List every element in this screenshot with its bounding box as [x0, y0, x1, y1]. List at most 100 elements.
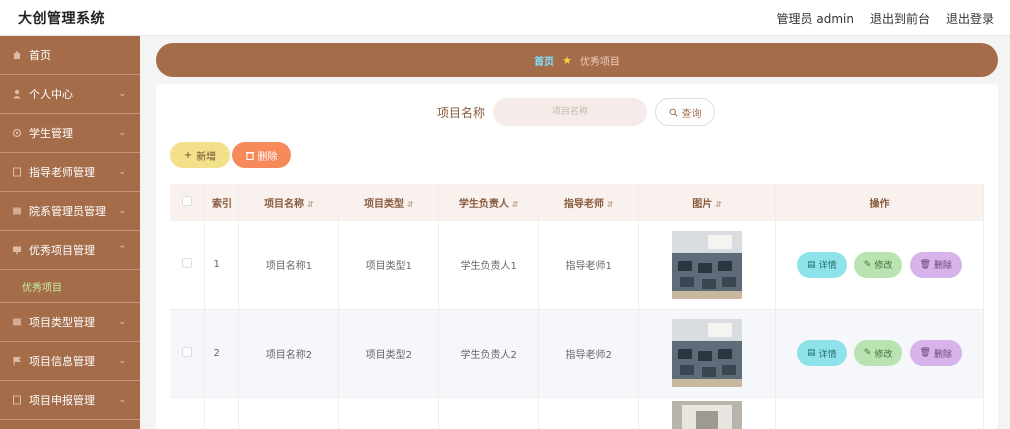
search-row: 项目名称 查询 [437, 98, 716, 126]
trash-icon: 🗑 [919, 259, 931, 270]
home-icon [13, 51, 21, 59]
search-icon [669, 108, 677, 116]
cell-image [638, 221, 777, 310]
sidebar-item-project-apply[interactable]: 项目申报管理 ⌄ [0, 381, 140, 420]
add-button[interactable]: + 新增 [170, 142, 230, 168]
detail-button[interactable]: ▤ 详情 [797, 340, 847, 366]
chevron-down-icon: ⌄ [118, 206, 126, 216]
sidebar-item-label: 个人中心 [29, 88, 73, 101]
edit-icon: ✎ [863, 348, 872, 358]
delete-button[interactable]: 🗑 删除 [909, 251, 962, 278]
back-to-front-link[interactable]: 退出到前台 [870, 10, 930, 27]
sidebar-item-excellent-projects[interactable]: 优秀项目管理 ⌃ [0, 231, 140, 270]
list-icon [13, 207, 21, 215]
sidebar-item-dept-admins[interactable]: 院系管理员管理 ⌄ [0, 192, 140, 231]
row-checkbox-cell [170, 309, 206, 398]
table-row [170, 397, 984, 429]
logout-link[interactable]: 退出登录 [946, 10, 994, 27]
cell-project-name: 项目名称1 [238, 221, 340, 310]
cell-actions: ▤ 详情 ✎ 修改 🗑 删除 [775, 309, 984, 398]
batch-delete-button[interactable]: 删除 [232, 142, 291, 168]
chevron-down-icon: ⌄ [118, 317, 126, 327]
edit-button[interactable]: ✎ 修改 [853, 251, 903, 278]
search-label: 项目名称 [437, 105, 486, 120]
cell-actions: ▤ 详情 ✎ 修改 🗑 删除 [775, 221, 984, 310]
breadcrumb: 首页 ★ 优秀项目 [156, 43, 998, 77]
cell-student-leader: 学生负责人1 [438, 221, 540, 310]
chevron-down-icon: ⌄ [118, 89, 126, 99]
top-bar: 大创管理系统 管理员 admin 退出到前台 退出登录 [0, 0, 1010, 36]
classroom-photo-image[interactable] [672, 230, 743, 299]
sidebar-item-label: 优秀项目管理 [29, 244, 95, 257]
projects-table: 索引 项目名称 ⇵ 项目类型 ⇵ 学生负责人 ⇵ 指导老师 ⇵ 图片 ⇵ 操作 1 项目名… [170, 184, 984, 429]
cell-image [638, 309, 777, 398]
col-project-name[interactable]: 项目名称 ⇵ [238, 184, 340, 221]
room-photo-image[interactable] [672, 400, 743, 429]
cell-project-type: 项目类型1 [338, 221, 440, 310]
delete-button-label: 删除 [257, 151, 278, 163]
select-all-checkbox[interactable] [182, 196, 193, 206]
gear-icon [12, 128, 22, 138]
table-header-row: 索引 项目名称 ⇵ 项目类型 ⇵ 学生负责人 ⇵ 指导老师 ⇵ 图片 ⇵ 操作 [170, 184, 984, 221]
user-icon [13, 89, 21, 99]
col-actions: 操作 [775, 184, 984, 221]
row-checkbox[interactable] [182, 346, 193, 357]
cell-project-name: 项目名称2 [238, 309, 340, 398]
col-project-type[interactable]: 项目类型 ⇵ [338, 184, 440, 221]
col-image[interactable]: 图片 ⇵ [638, 184, 777, 221]
chevron-down-icon: ⌄ [118, 356, 126, 366]
sort-icon: ⇵ [406, 200, 414, 209]
sidebar-item-label: 指导老师管理 [29, 166, 95, 179]
breadcrumb-home[interactable]: 首页 [534, 53, 554, 68]
trash-icon [245, 151, 254, 160]
add-button-label: 新增 [196, 151, 217, 163]
search-button[interactable]: 查询 [655, 98, 716, 126]
chevron-down-icon: ⌄ [118, 128, 126, 138]
chevron-down-icon: ⌄ [118, 167, 126, 177]
search-button-label: 查询 [681, 108, 702, 120]
col-teacher[interactable]: 指导老师 ⇵ [538, 184, 640, 221]
sort-icon: ⇵ [715, 200, 722, 209]
screen-icon [13, 246, 21, 254]
project-name-search-input[interactable] [493, 98, 648, 126]
edit-icon: ✎ [863, 259, 872, 270]
star-icon: ★ [562, 53, 572, 67]
cell-index: 2 [204, 309, 240, 398]
sort-icon: ⇵ [307, 200, 314, 209]
cell-image [638, 397, 777, 429]
detail-button[interactable]: ▤ 详情 [797, 251, 847, 278]
admin-user-link[interactable]: 管理员 admin [777, 10, 854, 27]
classroom-photo-image[interactable] [672, 319, 743, 387]
doc-icon [13, 167, 21, 177]
chevron-up-icon: ⌃ [118, 245, 126, 255]
edit-button[interactable]: ✎ 修改 [853, 340, 903, 366]
delete-button[interactable]: 🗑 删除 [909, 340, 962, 366]
doc-icon [13, 395, 21, 405]
sidebar-item-label: 首页 [29, 49, 51, 62]
flag-icon [13, 357, 21, 366]
sidebar-item-project-types[interactable]: 项目类型管理 ⌄ [0, 303, 140, 342]
plus-icon: + [183, 149, 193, 161]
cell-teacher: 指导老师2 [538, 309, 640, 398]
detail-icon: ▤ [807, 348, 816, 358]
sidebar-item-home[interactable]: 首页 [0, 36, 140, 75]
sidebar-item-project-info[interactable]: 项目信息管理 ⌄ [0, 342, 140, 381]
row-checkbox[interactable] [182, 258, 193, 269]
col-student-leader[interactable]: 学生负责人 ⇵ [438, 184, 540, 221]
top-links: 管理员 admin 退出到前台 退出登录 [777, 10, 994, 27]
select-all-cell [170, 184, 206, 221]
app-title: 大创管理系统 [18, 11, 105, 27]
row-checkbox-cell [170, 221, 206, 310]
sidebar-item-students[interactable]: 学生管理 ⌄ [0, 114, 140, 153]
table-row: 1 项目名称1 项目类型1 学生负责人1 指导老师1 ▤ 详情 ✎ 修改 🗑 删… [170, 221, 984, 310]
detail-icon: ▤ [807, 259, 816, 270]
sidebar-item-profile[interactable]: 个人中心 ⌄ [0, 75, 140, 114]
sidebar-item-label: 院系管理员管理 [29, 205, 106, 218]
sidebar-subitem-excellent-project[interactable]: 优秀项目 [0, 270, 140, 303]
sidebar-item-teachers[interactable]: 指导老师管理 ⌄ [0, 153, 140, 192]
sidebar-item-label: 学生管理 [29, 127, 73, 140]
sort-icon: ⇵ [511, 200, 519, 209]
cell-student-leader: 学生负责人2 [438, 309, 540, 398]
sidebar-item-label: 项目信息管理 [29, 355, 95, 368]
cell-teacher: 指导老师1 [538, 221, 640, 310]
